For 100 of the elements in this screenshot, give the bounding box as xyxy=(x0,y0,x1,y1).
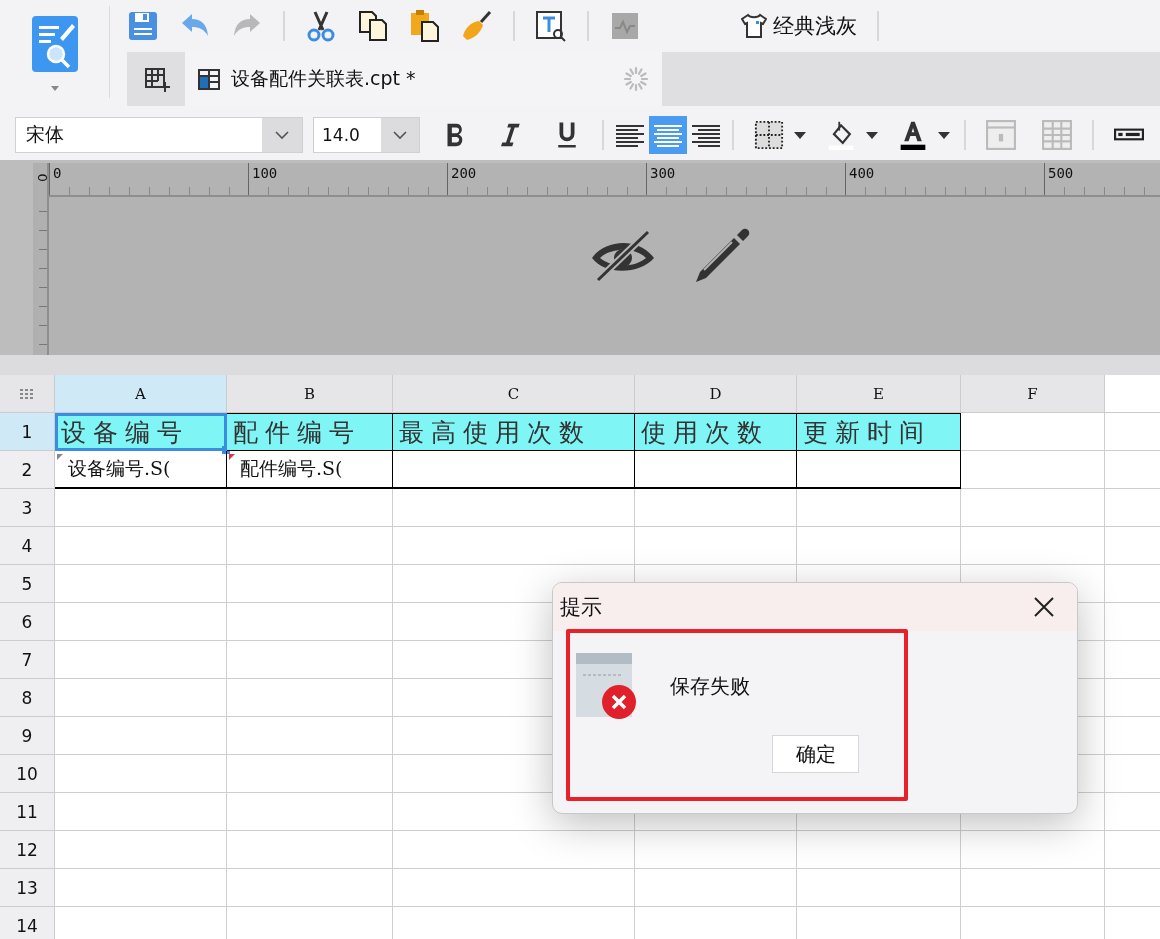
row-header[interactable]: 6 xyxy=(0,603,55,641)
font-dropdown[interactable]: 宋体 xyxy=(15,117,303,153)
empty-cell[interactable] xyxy=(393,527,635,565)
header-cell[interactable]: 配件编号 xyxy=(227,413,393,451)
ruler-label: 400 xyxy=(848,165,875,181)
empty-cell[interactable] xyxy=(227,603,393,641)
table-cell[interactable] xyxy=(797,451,961,489)
caret-icon[interactable] xyxy=(938,131,950,139)
empty-cell[interactable] xyxy=(961,451,1105,489)
chevron-down-icon xyxy=(381,118,419,152)
expand-marker-icon xyxy=(57,454,63,460)
row-header[interactable]: 8 xyxy=(0,679,55,717)
select-all-button[interactable] xyxy=(0,375,55,413)
copy-icon[interactable] xyxy=(357,10,389,42)
header-cell[interactable]: 使用次数 xyxy=(635,413,797,451)
font-size-dropdown[interactable]: 14.0 xyxy=(313,117,420,153)
row-header[interactable]: 9 xyxy=(0,717,55,755)
empty-cell[interactable] xyxy=(797,527,961,565)
row-header[interactable]: 10 xyxy=(0,755,55,793)
empty-cell[interactable] xyxy=(227,755,393,793)
ok-button[interactable]: 确定 xyxy=(772,735,859,773)
row-header[interactable]: 3 xyxy=(0,489,55,527)
row-header[interactable]: 13 xyxy=(0,869,55,907)
scissors-icon[interactable] xyxy=(305,10,337,42)
empty-cell[interactable] xyxy=(227,527,393,565)
ruler-label: 300 xyxy=(649,165,676,181)
empty-cell[interactable] xyxy=(227,793,393,831)
chevron-down-icon xyxy=(262,118,302,152)
paste-icon[interactable] xyxy=(409,10,441,42)
report-icon xyxy=(197,67,221,91)
chart-search-icon[interactable] xyxy=(609,10,641,42)
row-header[interactable]: 14 xyxy=(0,907,55,939)
caret-icon[interactable] xyxy=(794,131,806,139)
table-cell[interactable]: 配件编号.S( xyxy=(227,451,393,489)
row-header[interactable]: 5 xyxy=(0,565,55,603)
column-header[interactable]: A xyxy=(55,375,227,413)
empty-cell[interactable] xyxy=(227,869,393,907)
text-search-icon[interactable] xyxy=(535,10,567,42)
table-grid-icon[interactable] xyxy=(1042,120,1072,150)
column-header[interactable]: E xyxy=(797,375,961,413)
empty-cell[interactable] xyxy=(227,565,393,603)
empty-cell[interactable] xyxy=(635,831,797,869)
empty-cell[interactable] xyxy=(227,489,393,527)
empty-cell[interactable] xyxy=(227,641,393,679)
empty-cell[interactable] xyxy=(797,831,961,869)
empty-cell[interactable] xyxy=(393,489,635,527)
empty-cell[interactable] xyxy=(635,527,797,565)
column-header[interactable]: C xyxy=(393,375,635,413)
empty-cell[interactable] xyxy=(797,489,961,527)
close-icon[interactable] xyxy=(1033,596,1055,618)
empty-cell[interactable] xyxy=(961,831,1105,869)
error-icon xyxy=(576,653,636,719)
eye-slash-icon[interactable] xyxy=(590,230,656,282)
header-cell[interactable]: 最高使用次数 xyxy=(393,413,635,451)
row-header[interactable]: 11 xyxy=(0,793,55,831)
error-message: 保存失败 xyxy=(670,672,750,700)
table-cell[interactable]: 设备编号.S( xyxy=(55,451,227,489)
row-header[interactable]: 12 xyxy=(0,831,55,869)
table-cell[interactable] xyxy=(635,451,797,489)
header-cell[interactable]: 更新时间 xyxy=(797,413,961,451)
empty-cell[interactable] xyxy=(961,489,1105,527)
empty-cell[interactable] xyxy=(227,679,393,717)
row-header[interactable]: 2 xyxy=(0,451,55,489)
empty-cell[interactable] xyxy=(797,869,961,907)
expand-marker-icon xyxy=(229,454,235,460)
empty-cell[interactable] xyxy=(227,831,393,869)
font-color-icon[interactable] xyxy=(898,120,928,150)
ruler-label: 100 xyxy=(251,165,278,181)
row-header[interactable]: 7 xyxy=(0,641,55,679)
column-header[interactable]: B xyxy=(227,375,393,413)
cell-layout-icon[interactable] xyxy=(986,120,1016,150)
theme-button[interactable]: 经典浅灰 xyxy=(741,12,857,40)
fill-bucket-icon[interactable] xyxy=(826,120,856,150)
empty-cell[interactable] xyxy=(961,869,1105,907)
dialog-title: 提示 xyxy=(560,594,602,621)
column-header[interactable]: D xyxy=(635,375,797,413)
save-icon[interactable] xyxy=(127,10,159,42)
ruler-label: 500 xyxy=(1047,165,1074,181)
add-report-icon[interactable] xyxy=(143,65,171,93)
ruler-label: 0 xyxy=(34,173,50,184)
document-tab[interactable]: 设备配件关联表.cpt * xyxy=(185,52,662,106)
table-cell[interactable] xyxy=(393,451,635,489)
column-header[interactable]: F xyxy=(961,375,1105,413)
empty-cell[interactable] xyxy=(393,869,635,907)
ruler-label: 200 xyxy=(450,165,477,181)
empty-cell[interactable] xyxy=(635,489,797,527)
t-shirt-icon xyxy=(741,13,767,39)
empty-cell[interactable] xyxy=(961,527,1105,565)
report-search-icon[interactable] xyxy=(31,16,78,72)
border-icon[interactable] xyxy=(754,120,784,150)
brush-icon[interactable] xyxy=(461,10,493,42)
loading-spinner-icon xyxy=(622,65,650,93)
caret-icon[interactable] xyxy=(866,131,878,139)
empty-cell[interactable] xyxy=(393,831,635,869)
row-header[interactable]: 1 xyxy=(0,413,55,451)
header-cell[interactable]: 设备编号 xyxy=(55,413,227,451)
empty-cell[interactable] xyxy=(227,717,393,755)
row-header[interactable]: 4 xyxy=(0,527,55,565)
grid-dots-icon xyxy=(20,388,34,399)
empty-cell[interactable] xyxy=(635,869,797,907)
